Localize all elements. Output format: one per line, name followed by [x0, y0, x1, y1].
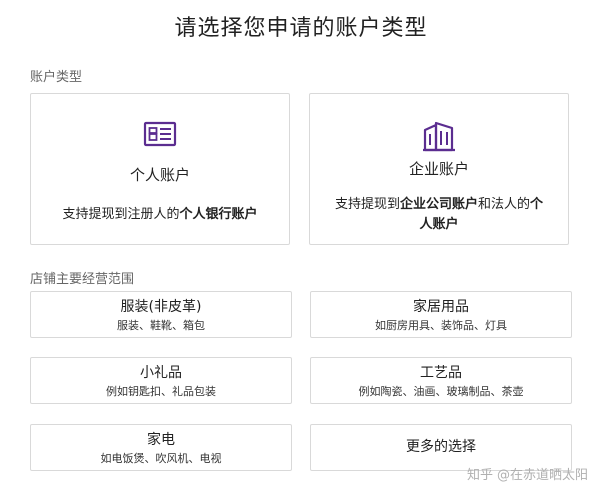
category-sub: 例如钥匙扣、礼品包装 — [106, 385, 216, 398]
id-card-icon — [31, 120, 289, 154]
category-name: 服装(非皮革) — [120, 299, 202, 315]
category-name: 小礼品 — [140, 365, 182, 381]
category-name: 更多的选择 — [406, 439, 476, 455]
account-type-label: 账户类型 — [30, 70, 83, 85]
category-home-goods[interactable]: 家居用品 如厨房用具、装饰品、灯具 — [310, 291, 572, 338]
category-sub: 服装、鞋靴、箱包 — [117, 319, 205, 332]
personal-account-card[interactable]: 个人账户 支持提现到注册人的个人银行账户 — [30, 93, 290, 245]
category-sub: 如厨房用具、装饰品、灯具 — [375, 319, 507, 332]
category-name: 家电 — [147, 432, 175, 448]
watermark-brand: 知乎 — [466, 468, 493, 483]
enterprise-account-card[interactable]: 企业账户 支持提现到企业公司账户和法人的个人账户 — [309, 93, 569, 245]
business-scope-label: 店铺主要经营范围 — [30, 272, 135, 287]
building-icon — [310, 120, 568, 154]
category-name: 工艺品 — [420, 365, 462, 381]
personal-account-desc: 支持提现到注册人的个人银行账户 — [62, 207, 258, 222]
category-sub: 如电饭煲、吹风机、电视 — [100, 452, 222, 465]
category-name: 家居用品 — [413, 299, 469, 315]
personal-account-title: 个人账户 — [129, 166, 190, 184]
watermark-author: @在赤道晒太阳 — [496, 468, 588, 483]
enterprise-account-title: 企业账户 — [408, 160, 469, 178]
page-title: 请选择您申请的账户类型 — [174, 16, 428, 41]
category-crafts[interactable]: 工艺品 例如陶瓷、油画、玻璃制品、茶壶 — [310, 357, 572, 404]
category-small-gifts[interactable]: 小礼品 例如钥匙扣、礼品包装 — [30, 357, 292, 404]
category-appliances[interactable]: 家电 如电饭煲、吹风机、电视 — [30, 424, 292, 471]
zhihu-watermark: 知乎 @在赤道晒太阳 — [467, 464, 588, 483]
category-clothing[interactable]: 服装(非皮革) 服装、鞋靴、箱包 — [30, 291, 292, 338]
category-sub: 例如陶瓷、油画、玻璃制品、茶壶 — [358, 385, 524, 398]
enterprise-account-desc: 支持提现到企业公司账户和法人的个人账户 — [334, 197, 544, 232]
